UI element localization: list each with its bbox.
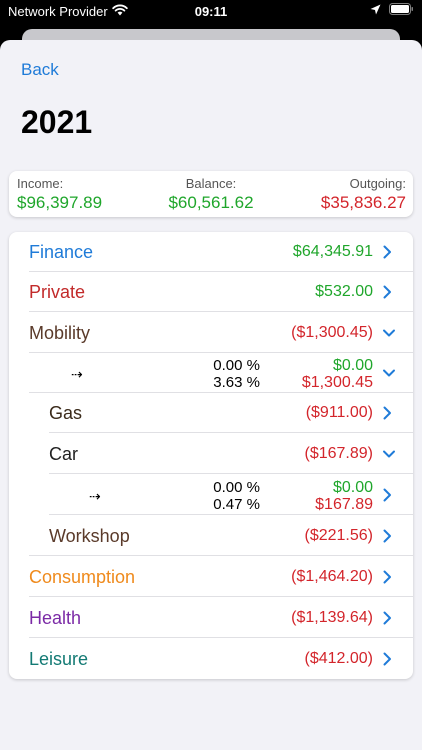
category-label: Car [49,444,79,464]
category-label: Consumption [29,567,136,587]
percent-out: 3.63 % [213,374,260,391]
category-label: Leisure [29,649,89,669]
category-row-consumption[interactable]: Consumption ($1,464.20) [9,557,413,597]
row-divider [49,514,413,515]
chevron-right-icon [382,405,393,421]
row-divider [29,311,413,312]
category-row-private[interactable]: Private $532.00 [9,272,413,312]
category-amount: ($1,139.64) [291,609,373,626]
chevron-right-icon [382,569,393,585]
row-divider [49,473,413,474]
chevron-right-icon [382,284,393,300]
chevron-down-icon[interactable] [382,325,395,341]
value-block: $0.00 $167.89 [315,479,373,513]
summary-card: Income: $96,397.89 Balance: $60,561.62 O… [9,171,413,217]
status-bar: Network Provider 09:11 [0,0,422,26]
category-label: Health [29,608,82,628]
dotted-arrow-icon: ⇢ [71,366,83,382]
category-amount: ($412.00) [304,650,374,667]
dotted-arrow-icon: ⇢ [89,488,101,504]
row-divider [29,637,413,638]
value-in: $0.00 [332,357,373,374]
percent-in: 0.00 % [213,357,260,374]
outgoing-value: $35,836.27 [320,193,406,212]
row-divider [49,432,413,433]
page-title: 2021 [21,104,93,140]
percent-out: 0.47 % [213,496,260,513]
percent-block: 0.00 % 3.63 % [180,357,260,391]
category-amount: ($221.56) [304,527,374,544]
category-row-mobility[interactable]: Mobility ($1,300.45) [9,313,413,353]
chevron-down-icon[interactable] [382,365,395,381]
category-amount: $532.00 [315,283,373,300]
detail-row-car[interactable]: ⇢ 0.00 % 0.47 % $0.00 $167.89 [9,475,413,515]
chevron-right-icon [382,610,393,626]
category-label: Private [29,282,86,302]
chevron-right-icon [382,651,393,667]
detail-row-mobility[interactable]: ⇢ 0.00 % 3.63 % $0.00 $1,300.45 [9,353,413,393]
category-row-health[interactable]: Health ($1,139.64) [9,598,413,638]
category-label: Finance [29,242,94,262]
chevron-right-icon [382,244,393,260]
category-label: Workshop [49,526,130,546]
chevron-down-icon[interactable] [382,446,395,462]
value-out: $1,300.45 [301,374,373,391]
row-divider [29,555,413,556]
category-amount: ($911.00) [305,404,373,421]
category-row-gas[interactable]: Gas ($911.00) [9,393,413,433]
status-time: 09:11 [194,4,228,19]
category-amount: $64,345.91 [292,243,373,260]
category-amount: ($167.89) [304,445,374,462]
modal-sheet: Back 2021 Income: $96,397.89 Balance: $6… [0,40,422,750]
category-row-leisure[interactable]: Leisure ($412.00) [9,639,413,679]
category-row-finance[interactable]: Finance $64,345.91 [9,232,413,272]
value-in: $0.00 [332,479,373,496]
chevron-right-icon [382,487,393,503]
category-list: Finance $64,345.91 Private $532.00 Mobil… [9,232,413,679]
outgoing-label: Outgoing: [349,176,406,191]
row-divider [29,596,413,597]
category-row-car[interactable]: Car ($167.89) [9,434,413,474]
percent-in: 0.00 % [213,479,260,496]
category-amount: ($1,464.20) [291,568,373,585]
value-out: $167.89 [315,496,373,513]
category-label: Gas [49,403,83,423]
category-label: Mobility [29,323,91,343]
status-right [370,3,414,18]
outgoing-summary: Outgoing: $35,836.27 [321,176,406,213]
value-block: $0.00 $1,300.45 [302,357,373,391]
battery-icon [389,3,414,18]
category-amount: ($1,300.45) [291,324,373,341]
category-row-workshop[interactable]: Workshop ($221.56) [9,516,413,556]
back-button[interactable]: Back [21,60,59,80]
location-arrow-icon [370,3,381,18]
percent-block: 0.00 % 0.47 % [180,479,260,513]
chevron-right-icon [382,528,393,544]
